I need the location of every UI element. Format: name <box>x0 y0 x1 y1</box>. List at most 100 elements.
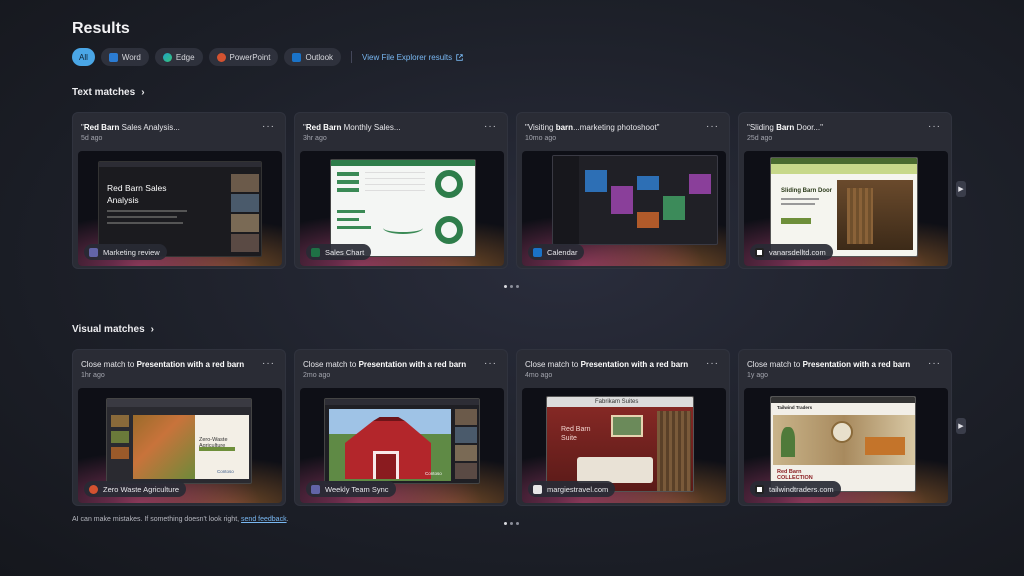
divider <box>351 51 353 63</box>
result-card[interactable]: Close match to Presentation with a red b… <box>294 349 508 506</box>
filter-label: PowerPoint <box>229 52 271 62</box>
source-label: Calendar <box>547 247 578 257</box>
result-card[interactable]: Close match to Presentation with a red b… <box>72 349 286 506</box>
more-options-icon[interactable]: ··· <box>262 121 275 132</box>
source-chip[interactable]: margiestravel.com <box>528 481 616 497</box>
teams-icon <box>89 247 98 257</box>
page-dot[interactable] <box>516 522 519 525</box>
brand-label: Contoso <box>425 471 442 476</box>
source-chip[interactable]: Weekly Team Sync <box>306 481 396 497</box>
calendar-icon <box>533 247 542 257</box>
website-icon <box>533 484 542 494</box>
source-chip[interactable]: vanarsdelltd.com <box>750 244 833 260</box>
source-label: Weekly Team Sync <box>325 484 389 494</box>
page-dot[interactable] <box>516 285 519 288</box>
card-title: "Sliding Barn Door..." <box>747 123 823 132</box>
card-title: Close match to Presentation with a red b… <box>747 360 911 369</box>
card-time: 3hr ago <box>303 135 327 142</box>
card-title: "Visiting barn...marketing photoshoot" <box>525 123 660 132</box>
visual-matches-heading[interactable]: Visual matches › <box>72 324 154 335</box>
filter-edge[interactable]: Edge <box>154 48 203 66</box>
source-chip[interactable]: Sales Chart <box>306 244 372 260</box>
powerpoint-icon <box>216 52 226 62</box>
card-time: 5d ago <box>81 135 103 142</box>
filter-bar: All Word Edge PowerPoint Outlook View Fi… <box>72 48 463 66</box>
source-chip[interactable]: tailwindtraders.com <box>750 481 841 497</box>
more-options-icon[interactable]: ··· <box>928 358 941 369</box>
card-time: 1hr ago <box>81 372 105 379</box>
section-title-label: Text matches <box>72 87 136 98</box>
card-time: 2mo ago <box>303 372 331 379</box>
excel-icon <box>311 247 320 257</box>
card-title: "Red Barn Monthly Sales... <box>303 123 401 132</box>
result-card[interactable]: "Sliding Barn Door..." 25d ago ··· Slidi… <box>738 112 952 269</box>
page-dot[interactable] <box>510 285 513 288</box>
card-thumbnail: Sliding Barn Door vanarsdelltd.com <box>744 151 948 266</box>
result-card[interactable]: "Red Barn Monthly Sales... 3hr ago ··· S… <box>294 112 508 269</box>
result-card[interactable]: "Red Barn Sales Analysis... 5d ago ··· R… <box>72 112 286 269</box>
card-title: "Red Barn Sales Analysis... <box>81 123 180 132</box>
disclaimer-text: AI can make mistakes. If something doesn… <box>72 516 242 523</box>
file-explorer-link-label: View File Explorer results <box>362 52 453 62</box>
page-dot[interactable] <box>504 285 507 288</box>
card-time: 1y ago <box>747 372 769 379</box>
card-thumbnail: Contoso Weekly Team Sync <box>300 388 504 503</box>
source-chip[interactable]: Marketing review <box>84 244 167 260</box>
card-thumbnail: Red Barn Sales Analysis Marketing review <box>78 151 282 266</box>
filter-label: Word <box>121 52 141 62</box>
text-matches-heading[interactable]: Text matches › <box>72 87 145 98</box>
site-heading: Sliding Barn Door <box>781 188 832 194</box>
card-title: Close match to Presentation with a red b… <box>525 360 689 369</box>
pagination-dots <box>504 522 519 525</box>
source-label: Sales Chart <box>325 247 365 257</box>
page-title: Results <box>72 20 130 37</box>
website-icon <box>755 247 764 257</box>
send-feedback-link[interactable]: send feedback <box>241 516 287 523</box>
card-thumbnail: Zero-Waste Agriculture Contoso Zero Wast… <box>78 388 282 503</box>
brand-label: Contoso <box>217 469 234 474</box>
card-time: 25d ago <box>747 135 773 142</box>
next-page-button[interactable]: ▶ <box>956 418 966 434</box>
page-dot[interactable] <box>504 522 507 525</box>
filter-all[interactable]: All <box>72 48 95 66</box>
more-options-icon[interactable]: ··· <box>484 358 497 369</box>
pagination-dots <box>504 285 519 288</box>
source-label: vanarsdelltd.com <box>769 247 826 257</box>
filter-outlook[interactable]: Outlook <box>284 48 342 66</box>
filter-label: Edge <box>175 52 195 62</box>
text-matches-row: "Red Barn Sales Analysis... 5d ago ··· R… <box>72 112 952 269</box>
source-label: margiestravel.com <box>547 484 609 494</box>
chevron-right-icon: ▶ <box>958 186 964 193</box>
card-thumbnail: Sales Chart <box>300 151 504 266</box>
powerpoint-icon <box>89 484 98 494</box>
card-title: Close match to Presentation with a red b… <box>303 360 467 369</box>
card-time: 4mo ago <box>525 372 553 379</box>
site-heading: Fabrikam Suites <box>595 399 639 405</box>
overlay-text: Red Barn COLLECTION <box>777 469 813 481</box>
more-options-icon[interactable]: ··· <box>928 121 941 132</box>
chevron-right-icon: ▶ <box>958 423 964 430</box>
more-options-icon[interactable]: ··· <box>706 121 719 132</box>
section-title-label: Visual matches <box>72 324 145 335</box>
result-card[interactable]: "Visiting barn...marketing photoshoot" 1… <box>516 112 730 269</box>
page-dot[interactable] <box>510 522 513 525</box>
filter-powerpoint[interactable]: PowerPoint <box>208 48 279 66</box>
word-icon <box>108 52 118 62</box>
visual-matches-row: Close match to Presentation with a red b… <box>72 349 952 506</box>
source-chip[interactable]: Zero Waste Agriculture <box>84 481 186 497</box>
website-icon <box>755 484 764 494</box>
card-thumbnail: Tailwind Traders Red Barn COLLECTION tai… <box>744 388 948 503</box>
filter-label: Outlook <box>305 52 334 62</box>
result-card[interactable]: Close match to Presentation with a red b… <box>516 349 730 506</box>
file-explorer-link[interactable]: View File Explorer results <box>362 53 463 62</box>
filter-label: All <box>79 52 88 62</box>
site-heading: Tailwind Traders <box>777 405 813 410</box>
overlay-text: Red Barn Suite <box>561 426 591 442</box>
more-options-icon[interactable]: ··· <box>484 121 497 132</box>
filter-word[interactable]: Word <box>100 48 149 66</box>
result-card[interactable]: Close match to Presentation with a red b… <box>738 349 952 506</box>
next-page-button[interactable]: ▶ <box>956 181 966 197</box>
source-chip[interactable]: Calendar <box>528 244 585 260</box>
more-options-icon[interactable]: ··· <box>262 358 275 369</box>
more-options-icon[interactable]: ··· <box>706 358 719 369</box>
